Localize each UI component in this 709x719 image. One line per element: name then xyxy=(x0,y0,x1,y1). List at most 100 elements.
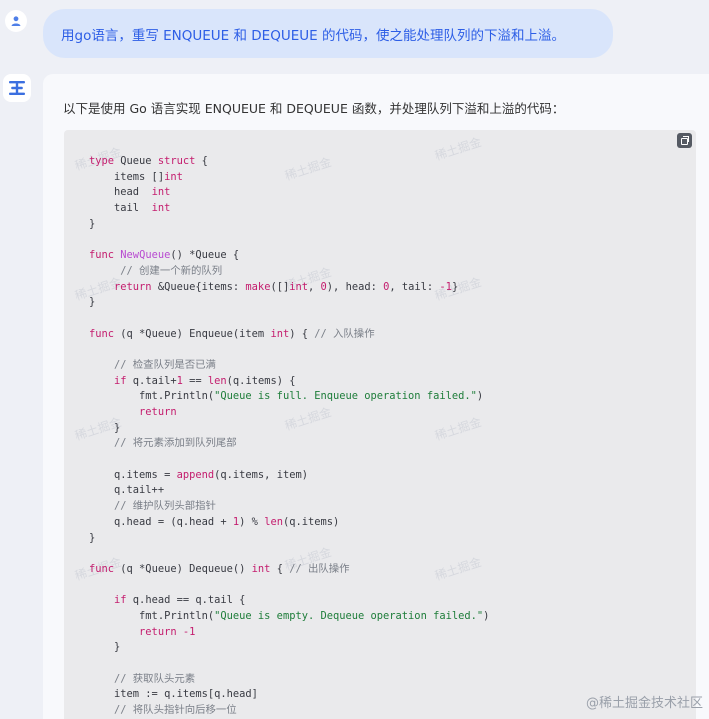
code-token: int xyxy=(289,280,309,293)
code-line: items []int xyxy=(89,170,489,186)
user-icon xyxy=(11,16,21,26)
code-token: q.items = xyxy=(89,468,177,481)
code-line: } xyxy=(89,531,489,547)
code-line: } xyxy=(89,640,489,656)
code-line: // 获取队头元素 xyxy=(89,672,489,688)
code-token: item := q.items[q.head] xyxy=(89,688,258,701)
code-token: (q.items, item) xyxy=(214,468,308,481)
code-line: // 将队头指针向后移一位 xyxy=(89,703,489,719)
copy-icon[interactable] xyxy=(677,133,692,148)
code-token: -1 xyxy=(439,280,452,293)
code-token: // 检查队列是否已满 xyxy=(89,358,216,371)
code-line: type Queue struct { xyxy=(89,154,489,170)
code-token: // 维护队列头部指针 xyxy=(89,500,216,513)
code-line: } xyxy=(89,421,489,437)
code-line: func (q *Queue) Dequeue() int { // 出队操作 xyxy=(89,562,489,578)
code-token: , xyxy=(308,280,321,293)
code-token: "Queue is full. Enqueue operation failed… xyxy=(214,390,477,403)
code-token: ) % xyxy=(239,515,265,528)
bot-intro-text: 以下是使用 Go 语言实现 ENQUEUE 和 DEQUEUE 函数，并处理队列… xyxy=(63,101,565,116)
code-token: fmt.Println( xyxy=(89,390,215,403)
code-token: } xyxy=(89,641,121,654)
code-token: &Queue{items: xyxy=(151,280,246,293)
code-line: fmt.Println("Queue is empty. Dequeue ope… xyxy=(89,609,489,625)
code-token: (q.items) xyxy=(282,515,340,528)
bot-logo-icon xyxy=(9,81,25,95)
code-token: ), head: xyxy=(326,280,384,293)
code-line: if q.tail+1 == len(q.items) { xyxy=(89,374,489,390)
code-token: ) xyxy=(476,390,484,403)
code-line: item := q.items[q.head] xyxy=(89,687,489,703)
code-token: func xyxy=(89,562,115,575)
code-line: func (q *Queue) Enqueue(item int) { // 入… xyxy=(89,327,489,343)
code-line: q.head = (q.head + 1) % len(q.items) xyxy=(89,515,489,531)
code-token: type xyxy=(89,155,115,167)
code-token: ) { xyxy=(289,327,315,340)
code-token: q.tail+ xyxy=(126,374,177,387)
code-token: int xyxy=(270,327,290,340)
code-line: // 维护队列头部指针 xyxy=(89,499,489,515)
user-message-bubble: 用go语言，重写 ENQUEUE 和 DEQUEUE 的代码，使之能处理队列的下… xyxy=(43,9,613,58)
code-line: // 将元素添加到队列尾部 xyxy=(89,436,489,452)
code-line: if q.head == q.tail { xyxy=(89,593,489,609)
code-token: , tail: xyxy=(389,280,440,293)
site-watermark: @稀土掘金技术社区 xyxy=(585,696,703,711)
code-token: } xyxy=(89,296,96,309)
code-token: "Queue is empty. Dequeue operation faile… xyxy=(214,609,484,622)
code-token: tail xyxy=(89,202,152,215)
code-line: // 创建一个新的队列 xyxy=(89,264,489,280)
code-token: q.head = (q.head + xyxy=(89,515,233,528)
code-token: // 入队操作 xyxy=(314,327,375,340)
code-token: struct xyxy=(157,155,196,167)
user-message-text: 用go语言，重写 ENQUEUE 和 DEQUEUE 的代码，使之能处理队列的下… xyxy=(61,27,565,44)
code-token: if xyxy=(114,594,127,607)
code-token: NewQueue xyxy=(120,249,171,262)
code-token: (q *Queue) Dequeue() xyxy=(114,562,252,575)
code-token: items [] xyxy=(89,170,165,183)
code-token: (q *Queue) Enqueue(item xyxy=(114,327,271,340)
code-line: q.items = append(q.items, item) xyxy=(89,468,489,484)
code-token: } xyxy=(89,421,121,434)
code-block: 稀土掘金 稀土掘金 稀土掘金 稀土掘金 稀土掘金 稀土掘金 稀土掘金 稀土掘金 稀土掘金 稀土掘金… xyxy=(64,130,696,719)
chat-page: 用go语言，重写 ENQUEUE 和 DEQUEUE 的代码，使之能处理队列的下… xyxy=(0,0,709,719)
code-line: tail int xyxy=(89,201,489,217)
code-token: int xyxy=(164,170,183,183)
code-token: return xyxy=(139,625,177,638)
code-lines: type Queue struct { items []int head int… xyxy=(89,154,489,719)
code-token: Queue xyxy=(114,155,158,167)
code-token: // 将元素添加到队列尾部 xyxy=(89,437,237,450)
code-token: } xyxy=(451,280,459,293)
code-token: } xyxy=(89,217,96,230)
code-token: // 将队头指针向后移一位 xyxy=(89,704,237,717)
code-line: head int xyxy=(89,185,489,201)
code-token: int xyxy=(151,202,171,215)
code-line: } xyxy=(89,295,489,311)
user-avatar xyxy=(5,10,27,32)
code-token: if xyxy=(114,374,127,387)
code-token: } xyxy=(89,531,96,544)
code-token: q.tail++ xyxy=(89,484,165,497)
bot-answer-card: 以下是使用 Go 语言实现 ENQUEUE 和 DEQUEUE 函数，并处理队列… xyxy=(43,74,709,719)
code-token: == xyxy=(182,374,208,387)
code-line: q.tail++ xyxy=(89,483,489,499)
code-token: len xyxy=(264,515,283,528)
code-line: return xyxy=(89,405,489,421)
code-token: return xyxy=(139,406,177,418)
code-token: // 获取队头元素 xyxy=(89,672,196,685)
code-line: return &Queue{items: make([]int, 0), hea… xyxy=(89,280,489,296)
code-token: { xyxy=(270,562,290,575)
code-token: int xyxy=(251,562,271,575)
code-token: func xyxy=(89,249,115,262)
code-token: -1 xyxy=(182,625,196,638)
code-token: len xyxy=(207,374,227,387)
